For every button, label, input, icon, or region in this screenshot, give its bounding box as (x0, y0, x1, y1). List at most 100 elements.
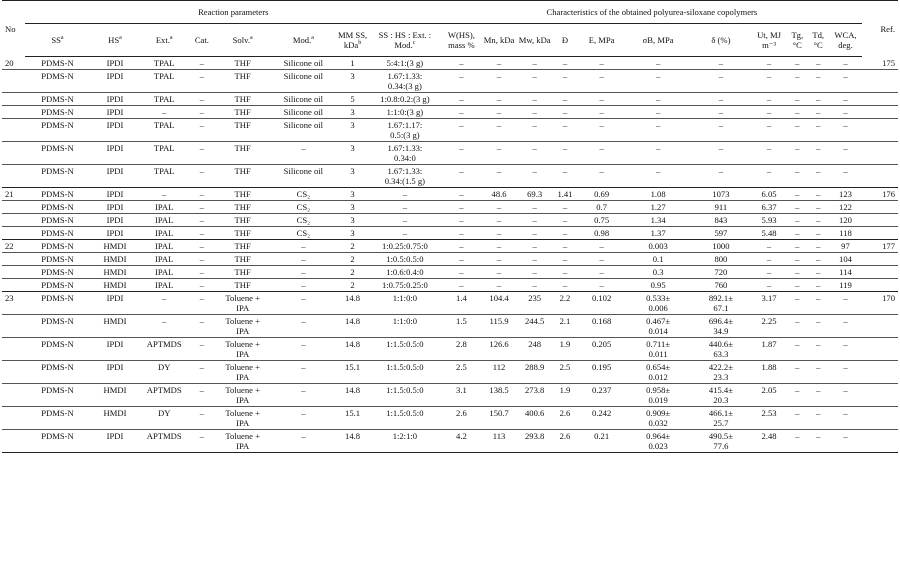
cell-mw: – (516, 226, 553, 240)
table-body: 20 PDMS-N IPDI TPAL – THF Silicone oil 1 5:4:1:(… (2, 56, 898, 453)
cell-dispersity: – (552, 164, 578, 188)
table-row: PDMS-N IPDI APTMDS – Toluene + IPA –14.8 1:1.5… (2, 337, 898, 361)
cell-ratio: – (368, 213, 442, 227)
cell-cat: – (188, 187, 216, 201)
cell-mm-ss: 3 (336, 164, 369, 188)
cell-mn: – (481, 200, 517, 214)
cell-mw: 288.9 (516, 360, 553, 384)
col-tg: Tg, °C (786, 23, 808, 57)
cell-mm-ss: 3 (336, 213, 369, 227)
cell-w-hs: 2.8 (441, 337, 482, 361)
cell-toughness: – (751, 69, 787, 93)
cell-td: – (807, 200, 829, 214)
cell-tg: – (786, 56, 808, 70)
cell-ext: – (140, 314, 189, 338)
cell-modulus: 0.69 (577, 187, 626, 201)
cell-w-hs: – (441, 141, 482, 165)
row-no: 21 (2, 187, 26, 201)
cell-dispersity: 1.41 (552, 187, 578, 201)
cell-modulus: – (577, 69, 626, 93)
cell-ss: PDMS-N (25, 56, 90, 70)
table-row: PDMS-N IPDI TPAL – THF Silicone oil 5 1:0.8:0.2… (2, 92, 898, 106)
cell-mn: – (481, 239, 517, 253)
cell-ext: TPAL (140, 92, 189, 106)
row-ref (862, 141, 898, 165)
cell-mn: – (481, 69, 517, 93)
cell-wca: – (828, 92, 863, 106)
cell-wca: 97 (828, 239, 863, 253)
cell-toughness: – (751, 278, 787, 292)
table-row: PDMS-N HMDI DY – Toluene + IPA –15.1 1:1.5:0.5… (2, 406, 898, 430)
cell-cat: – (188, 360, 216, 384)
cell-elongation: – (690, 141, 752, 165)
cell-mw: – (516, 278, 553, 292)
cell-cat: – (188, 337, 216, 361)
cell-dispersity: 2.2 (552, 291, 578, 315)
cell-mod: – (269, 278, 337, 292)
cell-mm-ss: 14.8 (336, 314, 369, 338)
cell-modulus: – (577, 252, 626, 266)
cell-td: – (807, 164, 829, 188)
cell-toughness: 1.87 (751, 337, 787, 361)
cell-mod: – (269, 429, 337, 453)
cell-stress: – (625, 164, 691, 188)
cell-td: – (807, 429, 829, 453)
cell-mw: – (516, 239, 553, 253)
cell-modulus: 0.195 (577, 360, 626, 384)
cell-hs: HMDI (89, 314, 141, 338)
cell-tg: – (786, 213, 808, 227)
cell-ratio: – (368, 226, 442, 240)
cell-wca: – (828, 406, 863, 430)
row-no (2, 69, 26, 93)
table-row: PDMS-N HMDI IPAL – THF –2 1:0.75:0.25:0– – – – –0.… (2, 278, 898, 292)
cell-td: – (807, 92, 829, 106)
row-no (2, 314, 26, 338)
cell-hs: IPDI (89, 69, 141, 93)
cell-cat: – (188, 164, 216, 188)
cell-tg: – (786, 291, 808, 315)
cell-stress: 0.964± 0.023 (625, 429, 691, 453)
cell-tg: – (786, 360, 808, 384)
table-row: PDMS-N IPDI TPAL – THF Silicone oil 3 1.67:1.17… (2, 118, 898, 142)
cell-dispersity: – (552, 105, 578, 119)
cell-dispersity: 1.9 (552, 383, 578, 407)
cell-tg: – (786, 164, 808, 188)
cell-elongation: 1000 (690, 239, 752, 253)
cell-hs: IPDI (89, 118, 141, 142)
cell-cat: – (188, 314, 216, 338)
table-row: PDMS-N IPDI APTMDS – Toluene + IPA –14.8 1:2:1… (2, 429, 898, 453)
cell-mn: – (481, 252, 517, 266)
cell-mw: 293.8 (516, 429, 553, 453)
cell-ss: PDMS-N (25, 291, 90, 315)
cell-ss: PDMS-N (25, 187, 90, 201)
cell-mw: – (516, 213, 553, 227)
cell-ss: PDMS-N (25, 164, 90, 188)
cell-wca: – (828, 314, 863, 338)
cell-mw: – (516, 252, 553, 266)
cell-toughness: – (751, 56, 787, 70)
row-ref (862, 226, 898, 240)
cell-mm-ss: 2 (336, 239, 369, 253)
cell-mw: 69.3 (516, 187, 553, 201)
cell-td: – (807, 56, 829, 70)
row-ref (862, 92, 898, 106)
cell-modulus: – (577, 56, 626, 70)
cell-tg: – (786, 383, 808, 407)
cell-hs: HMDI (89, 252, 141, 266)
cell-tg: – (786, 226, 808, 240)
cell-mw: – (516, 118, 553, 142)
cell-mn: – (481, 105, 517, 119)
cell-stress: – (625, 56, 691, 70)
cell-wca: – (828, 69, 863, 93)
cell-mod: – (269, 383, 337, 407)
cell-td: – (807, 252, 829, 266)
cell-mn: – (481, 56, 517, 70)
cell-toughness: 2.48 (751, 429, 787, 453)
cell-tg: – (786, 406, 808, 430)
cell-mw: 244.5 (516, 314, 553, 338)
cell-hs: IPDI (89, 213, 141, 227)
cell-modulus: – (577, 141, 626, 165)
cell-mod: Silicone oil (269, 164, 337, 188)
header-ref: Ref. (880, 23, 895, 34)
row-ref (862, 360, 898, 384)
